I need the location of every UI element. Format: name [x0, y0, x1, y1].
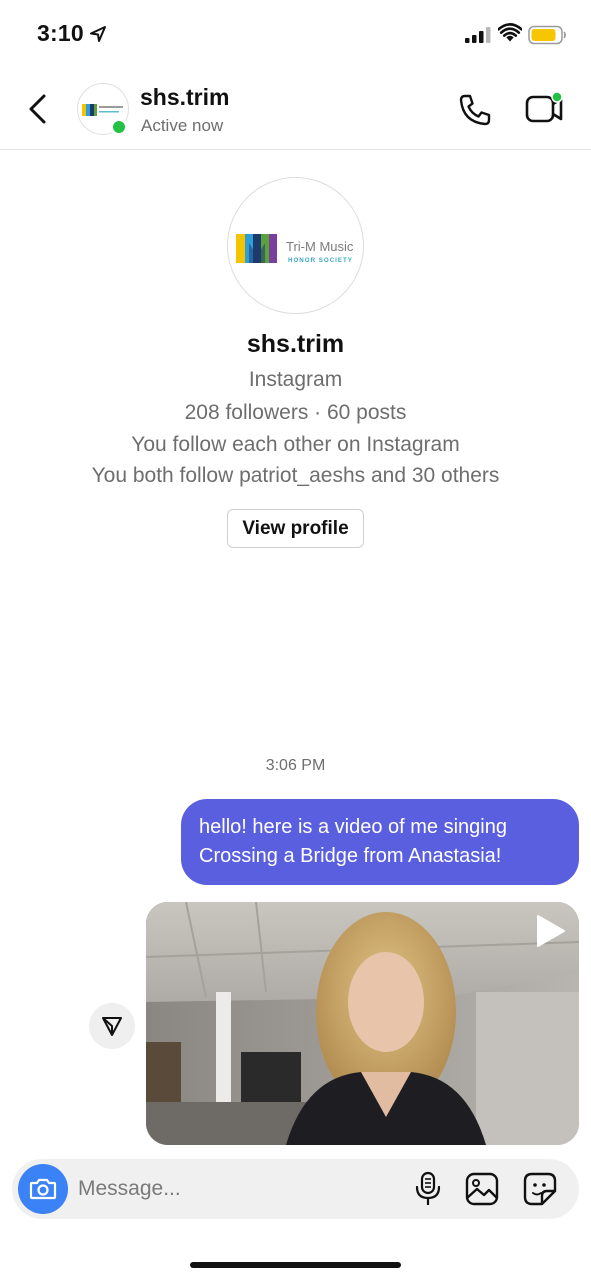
view-profile-button[interactable]: View profile	[227, 509, 364, 548]
microphone-icon[interactable]	[412, 1171, 444, 1207]
header-username[interactable]: shs.trim	[140, 84, 229, 111]
tri-m-logo: Tri-M Music HONOR SOCIETY	[236, 234, 354, 264]
profile-stats: 208 followers · 60 posts	[184, 401, 407, 424]
message-text-line: hello! here is a video of me singing	[199, 816, 507, 838]
message-text-line: Crossing a Bridge from Anastasia!	[199, 845, 502, 867]
status-bar: 3:10	[0, 0, 591, 70]
message-composer	[12, 1159, 579, 1219]
profile-username: shs.trim	[246, 330, 345, 358]
logo-line1: Tri-M Music	[286, 239, 354, 254]
mutual-friends-text: You both follow patriot_aeshs and 30 oth…	[91, 464, 500, 487]
status-time: 3:10	[37, 20, 84, 46]
sent-message-bubble[interactable]: hello! here is a video of me singing Cro…	[181, 799, 579, 885]
sticker-icon[interactable]	[522, 1171, 558, 1207]
send-arrow-icon	[102, 1017, 122, 1036]
battery-icon	[528, 25, 566, 45]
camera-icon	[29, 1178, 57, 1200]
camera-button[interactable]	[18, 1164, 68, 1214]
back-chevron-icon[interactable]	[24, 92, 54, 126]
tri-m-logo-icon	[82, 104, 123, 116]
cellular-signal-icon	[465, 27, 491, 43]
video-message[interactable]	[146, 902, 579, 1145]
header-active-status: Active now	[141, 116, 224, 135]
message-input[interactable]	[78, 1169, 398, 1209]
wifi-icon	[498, 23, 522, 42]
profile-platform: Instagram	[248, 368, 343, 391]
mutual-follow-text: You follow each other on Instagram	[131, 433, 460, 456]
phone-icon[interactable]	[457, 92, 493, 128]
home-indicator	[190, 1262, 401, 1268]
video-thumbnail	[146, 902, 579, 1145]
gallery-icon[interactable]	[464, 1171, 500, 1207]
video-call-icon[interactable]	[524, 90, 566, 128]
play-icon[interactable]	[532, 912, 568, 950]
share-icon[interactable]	[89, 1003, 135, 1049]
profile-avatar[interactable]: Tri-M Music HONOR SOCIETY	[227, 177, 364, 314]
logo-line2: HONOR SOCIETY	[288, 257, 353, 264]
active-status-dot	[110, 118, 128, 136]
location-arrow-icon	[90, 26, 106, 42]
chat-header: shs.trim Active now	[0, 70, 591, 150]
message-timestamp: 3:06 PM	[265, 757, 326, 774]
